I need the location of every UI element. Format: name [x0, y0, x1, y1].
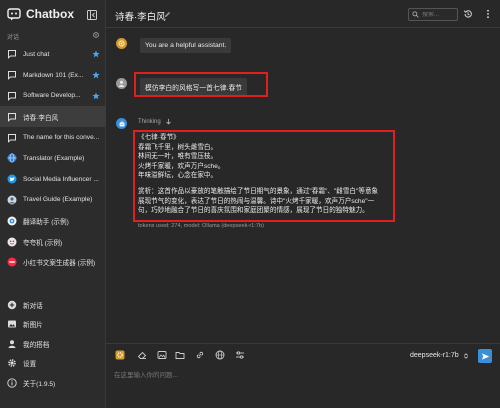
person-icon — [118, 80, 125, 87]
my-partners-button[interactable]: 我的搭档 — [0, 334, 106, 354]
web-browse-icon[interactable] — [215, 350, 225, 360]
more-options-icon[interactable] — [483, 9, 493, 19]
edit-pencil-icon[interactable] — [164, 11, 171, 18]
chat-bubble-icon — [8, 91, 16, 101]
gear-icon — [8, 359, 16, 368]
globe-avatar-icon — [7, 153, 17, 163]
chat-bubble-icon — [8, 133, 16, 143]
conversation-list: Just chat Markdown 101 (Ex... Software D… — [0, 44, 106, 273]
eraser-icon[interactable] — [137, 350, 147, 360]
message-input[interactable] — [114, 368, 484, 382]
chat-bubble-icon — [8, 50, 16, 60]
message-meta: tokens used: 274, model: Ollama (deepsee… — [138, 223, 264, 229]
chat-bubble-icon — [8, 112, 16, 122]
conversation-item[interactable]: Software Develop... — [0, 86, 106, 107]
conversation-label: 翻译助手 (示例) — [23, 218, 69, 226]
system-message: You are a helpful assistant. — [116, 38, 232, 53]
menu-label: 新对话 — [23, 302, 43, 310]
conversation-item[interactable]: 夸夸机 (示例) — [0, 231, 106, 252]
chevron-up-down-icon — [463, 352, 468, 359]
about-button[interactable]: 关于(1.9.5) — [0, 373, 106, 393]
conversation-label: Travel Guide (Example) — [23, 196, 93, 204]
search-box[interactable] — [408, 8, 458, 21]
menu-label: 新图片 — [23, 322, 43, 330]
folder-icon[interactable] — [175, 350, 185, 360]
conversation-item[interactable]: 翻译助手 (示例) — [0, 210, 106, 231]
brand: Chatbox — [7, 7, 74, 21]
link-icon[interactable] — [195, 350, 205, 360]
send-icon — [481, 352, 489, 360]
history-icon[interactable] — [463, 9, 473, 19]
arrow-down-icon — [165, 118, 171, 125]
sidebar-bottom-menu: 新对话 新图片 我的搭档 设置 关于(1.9.5) — [0, 295, 106, 393]
person-icon — [8, 339, 16, 348]
menu-label: 设置 — [23, 361, 37, 369]
conversation-item[interactable]: 小红书文案生成器 (示例) — [0, 252, 106, 273]
xiaohongshu-avatar-icon — [7, 257, 17, 267]
robot-icon — [119, 120, 124, 126]
star-icon[interactable] — [92, 50, 100, 58]
plus-circle-icon — [7, 300, 17, 309]
search-input[interactable] — [422, 11, 458, 18]
conversation-label: Social Media Influencer ... — [23, 175, 99, 183]
chatbox-logo-icon — [7, 8, 21, 21]
info-icon — [7, 378, 17, 388]
assistant-avatar-button-icon[interactable] — [115, 350, 125, 360]
translate-avatar-icon — [7, 216, 17, 226]
gear-icon — [118, 40, 125, 47]
collapse-sidebar-icon[interactable] — [87, 10, 97, 20]
conversation-label: 夸夸机 (示例) — [23, 239, 63, 247]
user-message-highlight — [134, 72, 268, 97]
conversation-settings-icon[interactable] — [92, 31, 100, 39]
image-upload-icon[interactable] — [157, 350, 167, 360]
thinking-label: Thinking — [138, 118, 161, 125]
settings-sliders-icon[interactable] — [235, 350, 245, 360]
conversation-label: Software Develop... — [23, 92, 81, 100]
praise-avatar-icon — [7, 237, 17, 247]
conversation-item[interactable]: Markdown 101 (Ex... — [0, 65, 106, 86]
conversation-label: 小红书文案生成器 (示例) — [23, 260, 96, 268]
thinking-toggle[interactable]: Thinking — [138, 118, 172, 125]
conversations-section-label: 对话 — [7, 35, 20, 41]
search-icon — [412, 11, 419, 18]
app-name: Chatbox — [26, 7, 74, 21]
conversation-item[interactable]: The name for this conve... — [0, 127, 106, 148]
conversation-label: Translator (Example) — [23, 154, 85, 162]
conversation-label: 诗春·李白风 — [23, 114, 59, 122]
page-title: 诗春·李白风 — [115, 12, 166, 23]
settings-button[interactable]: 设置 — [0, 354, 106, 374]
twitter-avatar-icon — [7, 174, 17, 184]
sidebar: Chatbox 对话 Just chat Markdown 101 (Ex... — [0, 0, 106, 408]
assistant-avatar — [116, 118, 127, 129]
send-button[interactable] — [478, 349, 492, 363]
system-avatar — [116, 38, 127, 49]
assistant-avatar-row — [116, 118, 127, 129]
star-icon[interactable] — [92, 92, 100, 100]
model-name: deepseek-r1:7b — [410, 352, 459, 359]
menu-label: 关于(1.9.5) — [23, 380, 56, 388]
system-message-text: You are a helpful assistant. — [140, 38, 232, 53]
assistant-message-highlight — [133, 130, 395, 222]
composer: deepseek-r1:7b — [106, 343, 500, 408]
chat-bubble-icon — [8, 71, 16, 81]
conversation-label: Markdown 101 (Ex... — [23, 71, 84, 79]
user-avatar — [116, 78, 127, 89]
model-selector[interactable]: deepseek-r1:7b — [410, 352, 469, 359]
conversation-item[interactable]: Travel Guide (Example) — [0, 190, 106, 211]
app-window: Chatbox 对话 Just chat Markdown 101 (Ex... — [0, 0, 500, 408]
new-chat-button[interactable]: 新对话 — [0, 295, 106, 315]
conversation-item[interactable]: Social Media Influencer ... — [0, 169, 106, 190]
conversation-item[interactable]: Translator (Example) — [0, 148, 106, 169]
conversation-label: The name for this conve... — [23, 134, 99, 142]
conversation-label: Just chat — [23, 50, 50, 58]
conversation-item[interactable]: Just chat — [0, 44, 106, 65]
chat-header: 诗春·李白风 — [106, 0, 500, 28]
travel-avatar-icon — [7, 195, 17, 205]
star-icon[interactable] — [92, 71, 100, 79]
image-icon — [8, 320, 16, 328]
menu-label: 我的搭档 — [23, 341, 50, 349]
new-image-button[interactable]: 新图片 — [0, 315, 106, 335]
conversation-item-active[interactable]: 诗春·李白风 — [0, 106, 106, 128]
chat-main: 诗春·李白风 搜索... You are a helpful assistant… — [106, 0, 500, 408]
